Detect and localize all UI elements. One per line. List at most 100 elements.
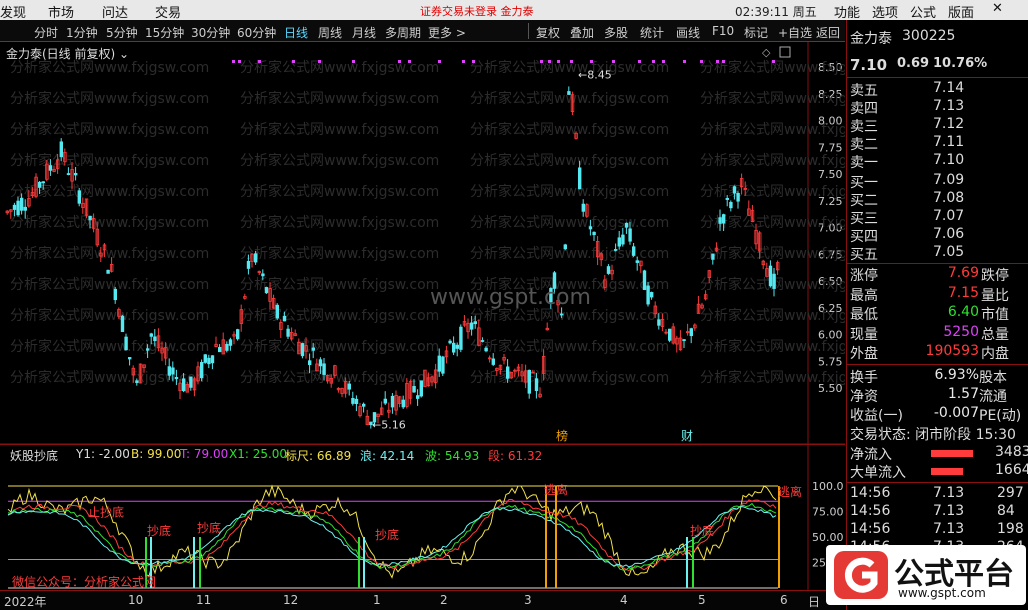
candle-body [682, 339, 686, 342]
candle-body [448, 340, 452, 344]
candle-body [347, 383, 351, 390]
btn-overlay[interactable]: 叠加 [570, 24, 594, 41]
time-label: 11 [196, 593, 212, 607]
tab-fenshi[interactable]: 分时 [34, 24, 58, 41]
signal-dot [683, 60, 686, 63]
btn-f10[interactable]: F10 [712, 24, 734, 38]
watermark-text: 分析家公式网www.fxjgsw.com [700, 369, 845, 386]
indicator-header: 妖股抄底 Y1: -2.00 B: 99.00 T: 79.00 X1: 25.… [0, 444, 845, 464]
tab-monthly[interactable]: 月线 [352, 24, 376, 41]
candle-body [322, 363, 326, 375]
menu-wenda[interactable]: 问达 [102, 2, 128, 21]
candle-body [451, 342, 456, 353]
candle-body [621, 234, 625, 245]
stat-label-2: PE(动) [979, 408, 1022, 424]
divider [847, 364, 1028, 365]
candle-body [469, 322, 474, 330]
btn-multi-stock[interactable]: 多股 [604, 24, 628, 41]
flow-value: 3483 [995, 444, 1028, 460]
signal-dot [258, 60, 261, 63]
menu-market[interactable]: 市场 [48, 2, 74, 21]
tab-60min[interactable]: 60分钟 [237, 24, 276, 41]
signal-bar [358, 537, 360, 588]
ind-signal-label: 抄底 [197, 520, 221, 535]
chart-title[interactable]: 金力泰(日线 前复权) ⌄ [6, 45, 129, 62]
menu-layout[interactable]: 版面 [948, 2, 974, 21]
buy-row: 买一 7.09 [847, 172, 1028, 191]
candle-body [581, 203, 585, 212]
tab-15min[interactable]: 15分钟 [145, 24, 184, 41]
login-notice[interactable]: 证券交易未登录 金力泰 [420, 3, 534, 19]
menu-bar: 发现 市场 问达 交易 证券交易未登录 金力泰 02:39:11 周五 功能 选… [0, 0, 1028, 21]
candle-body [419, 380, 423, 397]
watermark-text: 分析家公式网www.fxjgsw.com [470, 152, 669, 169]
tick-time: 14:56 [850, 485, 891, 501]
indicator-name[interactable]: 妖股抄底 [10, 447, 58, 464]
candle-body [235, 329, 240, 340]
buy-label: 买四 [850, 229, 878, 245]
tick-volume: 84 [997, 503, 1015, 519]
candle-body [614, 249, 618, 251]
candle-body [354, 398, 359, 405]
tick-price: 7.13 [933, 485, 965, 501]
sell-row: 卖二 7.11 [847, 134, 1028, 153]
tab-weekly[interactable]: 周线 [318, 24, 342, 41]
stat-label-2: 市值 [981, 307, 1009, 323]
btn-fuquan[interactable]: 复权 [536, 24, 560, 41]
stat-row: 现量 5250 总量 [847, 324, 1028, 343]
btn-back[interactable]: 返回 [816, 24, 840, 41]
candle-body [286, 328, 290, 337]
buy-label: 买二 [850, 193, 878, 209]
divider [847, 263, 1028, 264]
candle-body [16, 200, 20, 216]
candle-body [563, 244, 567, 250]
flow-label: 大单流入 [850, 465, 906, 481]
signal-dot [772, 60, 775, 63]
menu-formula[interactable]: 公式 [910, 2, 936, 21]
tab-daily[interactable]: 日线 [284, 24, 308, 41]
buy-price: 7.05 [933, 244, 965, 260]
tag-cai: 财 [681, 429, 693, 443]
signal-dot [292, 60, 295, 63]
stat-value: 7.15 [947, 284, 979, 301]
buy-price: 7.06 [933, 226, 965, 242]
signal-dot [612, 60, 615, 63]
menu-function[interactable]: 功能 [834, 2, 860, 21]
buy-row: 买五 7.05 [847, 244, 1028, 263]
tick-time: 14:56 [850, 521, 891, 537]
watermark-text: 分析家公式网www.fxjgsw.com [470, 121, 669, 138]
menu-trade[interactable]: 交易 [155, 2, 181, 21]
candle-body [145, 348, 150, 351]
kline-chart[interactable]: 8.508.258.007.757.507.257.006.756.506.25… [0, 42, 845, 590]
candle-body [282, 315, 287, 322]
menu-discover[interactable]: 发现 [0, 2, 26, 21]
tab-30min[interactable]: 30分钟 [191, 24, 230, 41]
tab-multi-period[interactable]: 多周期 [385, 24, 421, 41]
stat-label: 净资 [850, 389, 878, 405]
menu-options[interactable]: 选项 [872, 2, 898, 21]
candle-body [650, 292, 654, 298]
watermark-text: 分析家公式网www.fxjgsw.com [10, 338, 209, 355]
signal-dot [238, 60, 241, 63]
watermark-text: 分析家公式网www.fxjgsw.com [240, 152, 439, 169]
signal-dot [652, 60, 655, 63]
tab-5min[interactable]: 5分钟 [106, 24, 138, 41]
close-icon[interactable]: ✕ [992, 1, 1003, 16]
candle-body [732, 186, 737, 194]
btn-draw[interactable]: 画线 [676, 24, 700, 41]
chevron-down-icon[interactable]: ⌄ [119, 47, 129, 61]
btn-add-watchlist[interactable]: +自选 [778, 24, 812, 41]
tab-1min[interactable]: 1分钟 [66, 24, 98, 41]
candle-body [736, 193, 740, 202]
diamond-icon[interactable]: ◇ [762, 46, 771, 59]
candle-body [59, 141, 63, 158]
ind-b: B: 99.00 [131, 447, 182, 461]
square-icon[interactable] [779, 46, 791, 58]
tab-more[interactable]: 更多 > [428, 24, 466, 41]
btn-stats[interactable]: 统计 [640, 24, 664, 41]
candle-body [19, 197, 24, 211]
btn-mark[interactable]: 标记 [744, 24, 768, 41]
trade-status-text: 交易状态: 闭市阶段 15:30 [850, 427, 1016, 443]
chart-title-text: 金力泰(日线 前复权) [6, 47, 116, 61]
candle-body [124, 336, 128, 351]
